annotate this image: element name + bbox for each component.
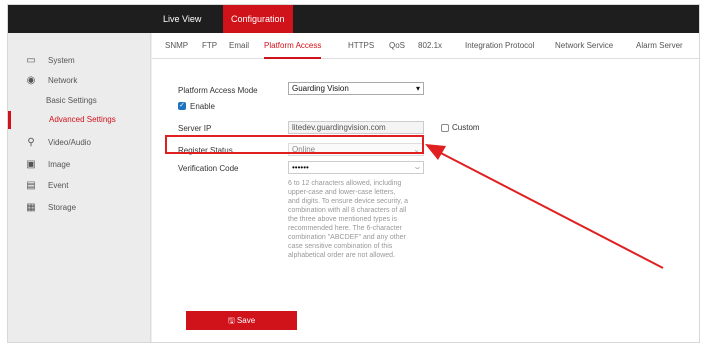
verification-code-label: Verification Code	[178, 164, 239, 173]
tab-configuration[interactable]: Configuration	[223, 5, 293, 33]
platform-access-mode-select[interactable]: Guarding Vision ▾	[288, 82, 424, 95]
main-panel: SNMP FTP Email Platform Access HTTPS QoS…	[152, 33, 699, 342]
settings-tabs: SNMP FTP Email Platform Access HTTPS QoS…	[152, 33, 699, 59]
select-value: Guarding Vision	[292, 84, 349, 93]
sidebar-item-label: Storage	[48, 203, 77, 212]
storage-icon: ▦	[26, 202, 36, 213]
calendar-icon: ▤	[26, 180, 36, 191]
server-ip-input[interactable]: litedev.guardingvision.com	[288, 121, 424, 134]
tab-email[interactable]: Email	[229, 33, 249, 59]
tab-network-service[interactable]: Network Service	[555, 33, 613, 59]
tab-snmp[interactable]: SNMP	[165, 33, 188, 59]
tab-ftp[interactable]: FTP	[202, 33, 217, 59]
sidebar-item-image[interactable]: ▣ Image	[8, 155, 151, 175]
tab-https[interactable]: HTTPS	[348, 33, 374, 59]
platform-access-mode-label: Platform Access Mode	[178, 86, 258, 95]
sidebar-item-system[interactable]: ▭ System	[8, 51, 151, 71]
monitor-icon: ▭	[26, 55, 36, 66]
tab-8021x[interactable]: 802.1x	[418, 33, 442, 59]
top-navigation: Live View Configuration	[8, 5, 699, 33]
sidebar-item-label: Network	[48, 76, 78, 85]
custom-label: Custom	[452, 123, 480, 132]
custom-checkbox[interactable]	[441, 124, 449, 132]
enable-checkbox[interactable]: ✓	[178, 102, 186, 110]
sidebar-item-network[interactable]: ◉ Network	[8, 71, 151, 91]
sidebar-item-storage[interactable]: ▦ Storage	[8, 198, 151, 218]
sidebar-item-advanced-settings[interactable]: Advanced Settings	[8, 111, 151, 129]
sidebar-item-label: Video/Audio	[48, 138, 91, 147]
sidebar-item-video-audio[interactable]: ⚲ Video/Audio	[8, 133, 151, 153]
sidebar-item-label: Advanced Settings	[49, 115, 116, 124]
verification-code-value: ••••••	[292, 163, 309, 172]
tab-qos[interactable]: QoS	[389, 33, 405, 59]
video-icon: ⚲	[27, 137, 35, 148]
save-label: Save	[236, 316, 256, 325]
sidebar-item-label: Event	[48, 181, 69, 190]
tab-platform-access[interactable]: Platform Access	[264, 33, 322, 59]
show-password-icon[interactable]: ⌣	[415, 162, 420, 173]
save-button[interactable]: 🖫 Save	[186, 311, 297, 330]
verification-code-hint: 6 to 12 characters allowed, including up…	[288, 180, 408, 259]
sidebar-item-label: Image	[48, 160, 71, 169]
register-status-highlight	[165, 135, 424, 154]
verification-code-input[interactable]: •••••• ⌣	[288, 161, 424, 174]
save-icon: 🖫	[227, 316, 237, 325]
sidebar-item-basic-settings[interactable]: Basic Settings	[8, 92, 151, 110]
app-window: Live View Configuration ▭ System ◉ Netwo…	[7, 4, 700, 343]
chevron-down-icon: ▾	[415, 84, 420, 93]
enable-label: Enable	[190, 102, 215, 111]
globe-icon: ◉	[26, 75, 36, 86]
tab-alarm-server[interactable]: Alarm Server	[636, 33, 683, 59]
tab-live-view[interactable]: Live View	[155, 5, 209, 33]
image-icon: ▣	[26, 159, 36, 170]
sidebar-item-event[interactable]: ▤ Event	[8, 176, 151, 196]
sidebar-item-label: Basic Settings	[46, 96, 97, 105]
sidebar: ▭ System ◉ Network Basic Settings Advanc…	[8, 33, 151, 342]
sidebar-item-label: System	[48, 56, 75, 65]
server-ip-label: Server IP	[178, 124, 212, 133]
tab-integration-protocol[interactable]: Integration Protocol	[465, 33, 534, 59]
